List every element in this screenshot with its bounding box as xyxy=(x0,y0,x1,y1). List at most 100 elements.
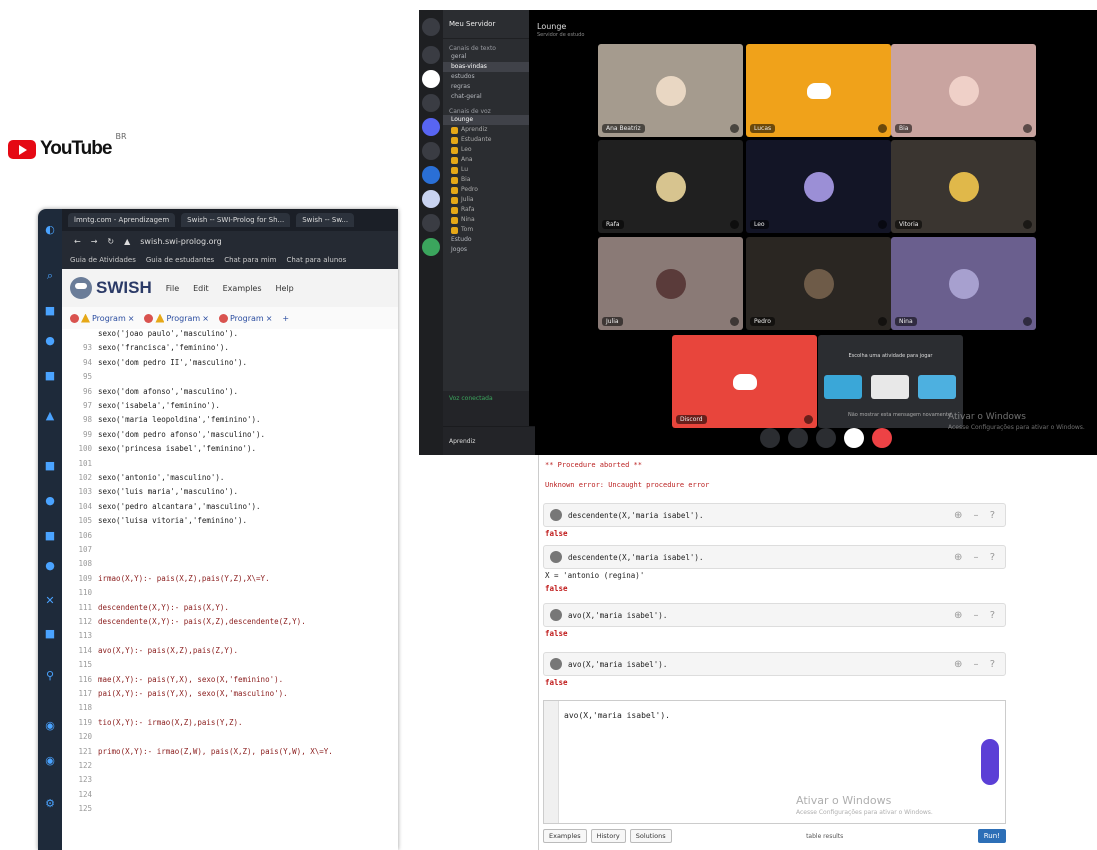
server-icon[interactable] xyxy=(422,190,440,208)
server-icon[interactable] xyxy=(422,46,440,64)
examples-button[interactable]: Examples xyxy=(543,829,587,843)
mic-button[interactable] xyxy=(844,428,864,448)
voice-user[interactable]: Ana xyxy=(443,155,529,165)
voice-channel[interactable]: Jogos xyxy=(443,245,529,255)
activity-card[interactable] xyxy=(824,375,862,399)
forward-icon[interactable]: → xyxy=(91,237,98,246)
server-icon[interactable] xyxy=(422,94,440,112)
history-button[interactable]: History xyxy=(590,829,626,843)
code-editor[interactable]: sexo('joao paulo','masculino'). 93 sexo('f… xyxy=(62,329,398,850)
video-tile[interactable]: Leo xyxy=(746,140,891,233)
video-tile[interactable]: Lucas xyxy=(746,44,891,137)
category-label[interactable]: Canais de texto xyxy=(443,45,529,52)
channel-item[interactable]: regras xyxy=(443,82,529,92)
server-icon[interactable] xyxy=(422,118,440,136)
voice-user[interactable]: Bia xyxy=(443,175,529,185)
settings-icon[interactable]: ⚙ xyxy=(43,797,57,811)
channel-item[interactable]: estudos xyxy=(443,72,529,82)
query-actions-icon[interactable]: ⊕ – ? xyxy=(954,610,999,621)
query-actions-icon[interactable]: ⊕ – ? xyxy=(954,510,999,521)
program-tab[interactable]: Program × xyxy=(218,313,272,323)
voice-user[interactable]: Nina xyxy=(443,215,529,225)
voice-user[interactable]: Pedro xyxy=(443,185,529,195)
url-field[interactable]: swish.swi-prolog.org xyxy=(140,237,221,246)
bookmark-item[interactable]: Guia de estudantes xyxy=(146,256,214,264)
voice-user[interactable]: Lu xyxy=(443,165,529,175)
voice-user[interactable]: Leo xyxy=(443,145,529,155)
edge-icon[interactable]: ◐ xyxy=(43,223,57,237)
app-icon[interactable]: ◉ xyxy=(43,719,57,733)
reload-icon[interactable]: ↻ xyxy=(107,237,114,246)
app-icon[interactable]: ● xyxy=(43,494,57,508)
activity-card[interactable] xyxy=(918,375,956,399)
app-icon[interactable]: ■ xyxy=(43,627,57,641)
video-tile[interactable]: Bia xyxy=(891,44,1036,137)
video-tile[interactable]: Discord xyxy=(672,335,817,428)
disconnect-button[interactable] xyxy=(872,428,892,448)
voice-user[interactable]: Estudante xyxy=(443,135,529,145)
menu-examples[interactable]: Examples xyxy=(223,284,262,293)
video-tile[interactable]: Pedro xyxy=(746,237,891,330)
video-tile[interactable]: Ana Beatriz xyxy=(598,44,743,137)
search-icon[interactable]: ⌕ xyxy=(43,269,57,283)
server-icon[interactable] xyxy=(422,214,440,232)
voice-user[interactable]: Julia xyxy=(443,195,529,205)
promo-dismiss[interactable]: Não mostrar esta mensagem novamente xyxy=(848,412,951,418)
voice-user[interactable]: Tom xyxy=(443,225,529,235)
video-tile[interactable]: Nina xyxy=(891,237,1036,330)
menu-edit[interactable]: Edit xyxy=(193,284,209,293)
program-tab[interactable]: Program × xyxy=(144,313,209,323)
camera-button[interactable] xyxy=(760,428,780,448)
browser-tab[interactable]: Swish -- SWI-Prolog for Sh... xyxy=(181,213,291,227)
user-name[interactable]: Aprendiz xyxy=(449,438,475,445)
solutions-button[interactable]: Solutions xyxy=(629,829,672,843)
swish-logo[interactable]: SWISH xyxy=(70,277,152,299)
query-header[interactable]: avo(X,'maria isabel'). ⊕ – ? xyxy=(543,652,1006,676)
voice-user[interactable]: Aprendiz xyxy=(443,125,529,135)
bookmark-item[interactable]: Guia de Atividades xyxy=(70,256,136,264)
query-input[interactable]: avo(X,'maria isabel'). xyxy=(564,711,670,720)
video-tile[interactable]: Julia xyxy=(598,237,743,330)
back-icon[interactable]: ← xyxy=(74,237,81,246)
voice-channel[interactable]: Estudo xyxy=(443,235,529,245)
bookmark-icon[interactable]: ■ xyxy=(43,304,57,318)
app-icon[interactable]: ◉ xyxy=(43,754,57,768)
query-actions-icon[interactable]: ⊕ – ? xyxy=(954,552,999,563)
channel-item[interactable]: boas-vindas xyxy=(443,62,529,72)
voice-user[interactable]: Rafa xyxy=(443,205,529,215)
screen-share-button[interactable] xyxy=(788,428,808,448)
query-header[interactable]: avo(X,'maria isabel'). ⊕ – ? xyxy=(543,603,1006,627)
app-icon[interactable]: ▲ xyxy=(43,409,57,423)
table-results-checkbox[interactable]: table results xyxy=(806,833,843,840)
bookmark-item[interactable]: Chat para alunos xyxy=(286,256,346,264)
x-icon[interactable]: ✕ xyxy=(43,594,57,608)
activity-button[interactable] xyxy=(816,428,836,448)
server-icon[interactable] xyxy=(422,142,440,160)
query-header[interactable]: descendente(X,'maria isabel'). ⊕ – ? xyxy=(543,545,1006,569)
server-name[interactable]: Meu Servidor xyxy=(443,10,529,39)
video-tile[interactable]: Rafa xyxy=(598,140,743,233)
explore-icon[interactable] xyxy=(422,238,440,256)
browser-tab[interactable]: lmntg.com - Aprendizagem xyxy=(68,213,176,227)
run-button[interactable]: Run! xyxy=(977,829,1006,843)
app-icon[interactable]: ● xyxy=(43,334,57,348)
app-icon[interactable]: ● xyxy=(43,559,57,573)
channel-item[interactable]: geral xyxy=(443,52,529,62)
query-actions-icon[interactable]: ⊕ – ? xyxy=(954,659,999,670)
app-icon[interactable]: ■ xyxy=(43,369,57,383)
discord-home-icon[interactable] xyxy=(422,18,440,36)
channel-item[interactable]: chat-geral xyxy=(443,92,529,102)
category-label[interactable]: Canais de voz xyxy=(443,108,529,115)
server-icon[interactable] xyxy=(422,70,440,88)
server-icon[interactable] xyxy=(422,166,440,184)
app-icon[interactable]: ■ xyxy=(43,459,57,473)
app-icon[interactable]: ■ xyxy=(43,529,57,543)
query-editor[interactable]: avo(X,'maria isabel'). Ativar o Windows … xyxy=(543,700,1006,824)
new-tab-button[interactable]: + xyxy=(282,314,289,323)
browser-tab[interactable]: Swish -- Sw... xyxy=(296,213,355,227)
chat-bubble-icon[interactable] xyxy=(981,739,999,785)
app-icon[interactable]: ⚲ xyxy=(43,669,57,683)
program-tab[interactable]: Program × xyxy=(70,313,134,323)
activity-card[interactable] xyxy=(871,375,909,399)
menu-help[interactable]: Help xyxy=(276,284,294,293)
